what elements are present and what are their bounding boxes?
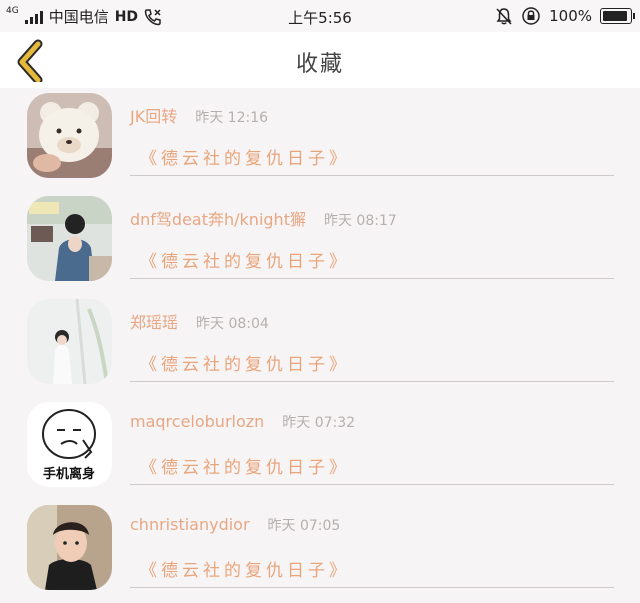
divider — [130, 587, 614, 588]
list-item[interactable]: JK回转 昨天 12:16 《德云社的复仇日子》 — [0, 88, 640, 191]
rotation-lock-icon — [522, 7, 540, 25]
divider — [130, 381, 614, 382]
list-item[interactable]: chnristianydior 昨天 07:05 《德云社的复仇日子》 — [0, 500, 640, 603]
user-name[interactable]: 郑瑶瑶 — [130, 309, 178, 333]
user-name[interactable]: JK回转 — [130, 103, 177, 127]
list-item[interactable]: 郑瑶瑶 昨天 08:04 《德云社的复仇日子》 — [0, 294, 640, 397]
timestamp: 昨天 08:17 — [323, 213, 397, 229]
story-title[interactable]: 《德云社的复仇日子》 — [140, 144, 350, 169]
timestamp: 昨天 08:04 — [196, 316, 269, 332]
avatar[interactable] — [27, 299, 112, 384]
divider — [130, 175, 614, 176]
avatar[interactable]: 手机离身 — [27, 402, 112, 487]
user-name[interactable]: dnf驾deat奔h/knight獬 — [130, 206, 306, 230]
timestamp: 昨天 12:16 — [195, 110, 269, 126]
divider — [130, 484, 614, 485]
divider — [130, 278, 614, 279]
page-title: 收藏 — [295, 52, 344, 77]
avatar[interactable] — [27, 93, 112, 178]
favorites-list: JK回转 昨天 12:16 《德云社的复仇日子》 dnf驾deat奔h/knig… — [0, 88, 640, 603]
status-bar: 4G 中国电信 HD 上午5:56 100% — [0, 0, 640, 32]
story-title[interactable]: 《德云社的复仇日子》 — [140, 556, 350, 581]
timestamp: 昨天 07:32 — [282, 415, 356, 431]
battery-icon — [600, 8, 635, 24]
story-title[interactable]: 《德云社的复仇日子》 — [140, 453, 350, 478]
avatar[interactable] — [27, 505, 112, 590]
list-item[interactable]: dnf驾deat奔h/knight獬 昨天 08:17 《德云社的复仇日子》 — [0, 191, 640, 294]
avatar-caption: 手机离身 — [43, 466, 95, 482]
story-title[interactable]: 《德云社的复仇日子》 — [140, 247, 350, 272]
user-name[interactable]: maqrceloburlozn — [130, 412, 264, 431]
story-title[interactable]: 《德云社的复仇日子》 — [140, 350, 350, 375]
nav-bar: 收藏 — [0, 32, 640, 88]
battery-percent: 100% — [549, 7, 592, 25]
list-item[interactable]: 手机离身 maqrceloburlozn 昨天 07:32 《德云社的复仇日子》 — [0, 397, 640, 500]
user-name[interactable]: chnristianydior — [130, 515, 250, 534]
timestamp: 昨天 07:05 — [267, 518, 341, 534]
mute-bell-icon — [496, 8, 512, 25]
avatar[interactable] — [27, 196, 112, 281]
